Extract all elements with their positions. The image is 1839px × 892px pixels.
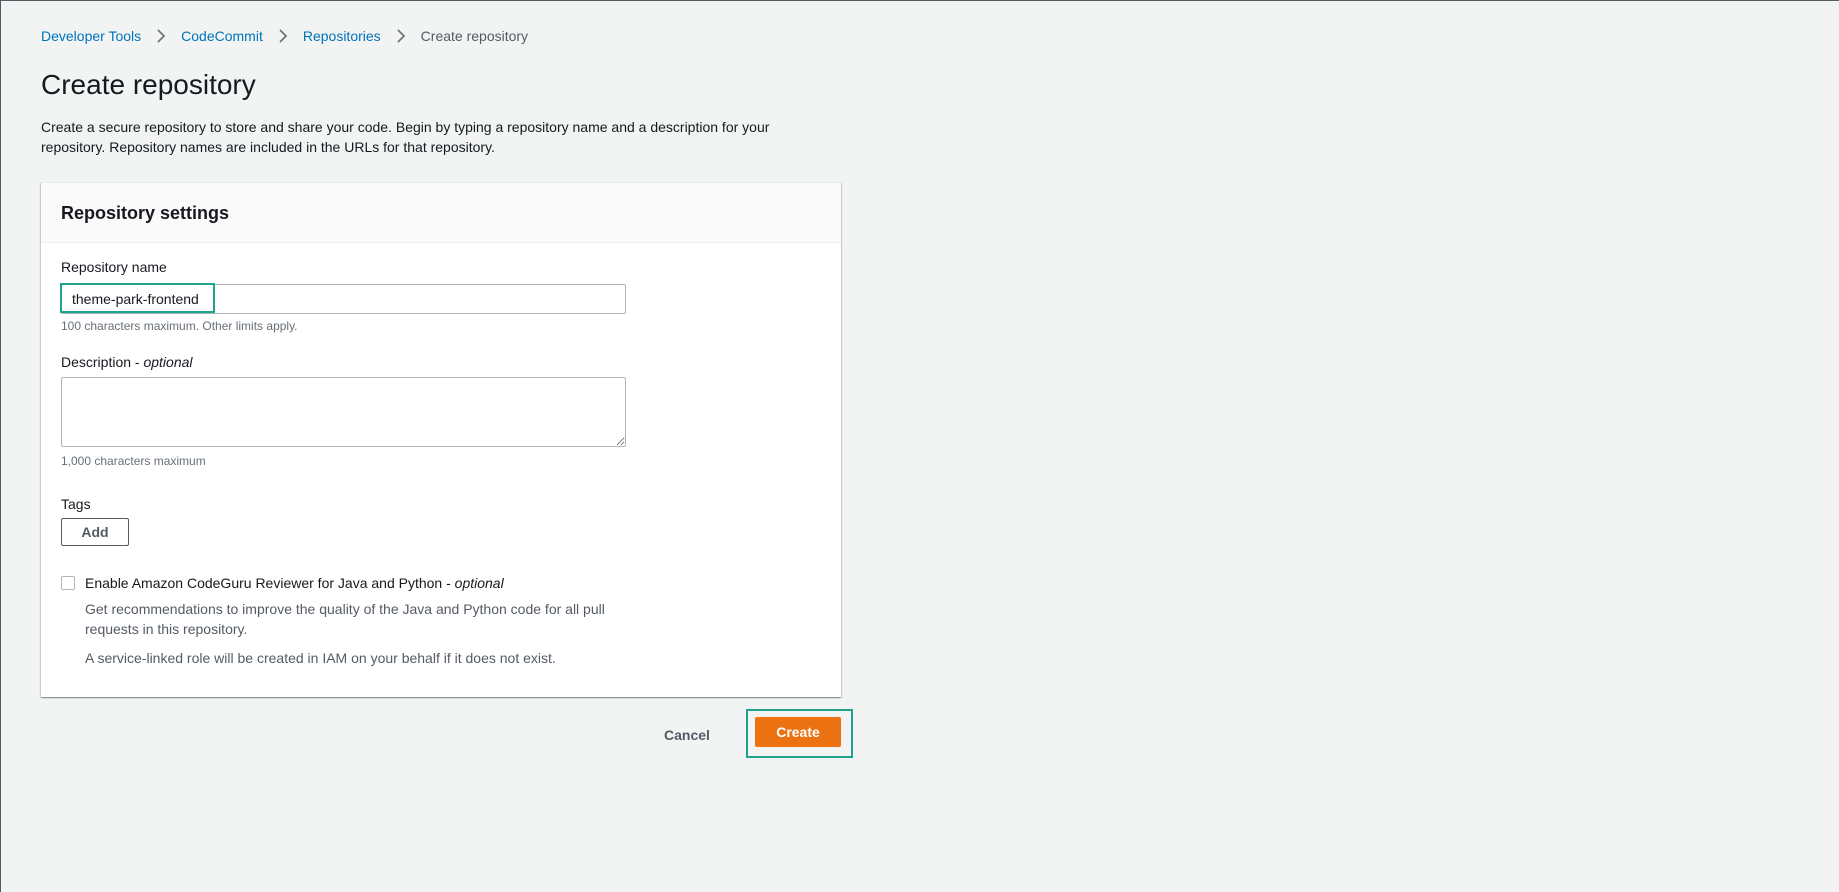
chevron-right-icon: [277, 29, 289, 43]
panel-title: Repository settings: [61, 203, 230, 223]
create-button[interactable]: Create: [755, 717, 841, 747]
breadcrumb-developer-tools[interactable]: Developer Tools: [41, 28, 141, 44]
codeguru-optional: optional: [454, 575, 504, 591]
description-textarea[interactable]: [61, 377, 626, 447]
page-title: Create repository: [41, 69, 256, 100]
repository-name-input[interactable]: theme-park-frontend: [60, 283, 626, 314]
codeguru-label-text: Enable Amazon CodeGuru Reviewer for Java…: [85, 575, 455, 591]
repository-name-value: theme-park-frontend: [72, 291, 199, 307]
chevron-right-icon: [395, 29, 407, 43]
breadcrumb: Developer Tools CodeCommit Repositories …: [41, 28, 528, 44]
description-optional: optional: [143, 354, 193, 370]
codeguru-role-note: A service-linked role will be created in…: [85, 650, 556, 666]
repository-name-label: Repository name: [61, 259, 167, 275]
codeguru-label[interactable]: Enable Amazon CodeGuru Reviewer for Java…: [85, 575, 504, 591]
breadcrumb-codecommit[interactable]: CodeCommit: [181, 28, 263, 44]
description-hint: 1,000 characters maximum: [61, 454, 206, 468]
repository-settings-panel: Repository settings Repository name them…: [41, 182, 841, 697]
page-description: Create a secure repository to store and …: [41, 119, 770, 155]
add-tag-button[interactable]: Add: [61, 518, 129, 546]
breadcrumb-repositories[interactable]: Repositories: [303, 28, 381, 44]
cancel-button[interactable]: Cancel: [647, 720, 727, 750]
description-label: Description - optional: [61, 354, 193, 370]
description-label-text: Description -: [61, 354, 144, 370]
chevron-right-icon: [155, 29, 167, 43]
codeguru-description: Get recommendations to improve the quali…: [85, 601, 605, 637]
panel-header: Repository settings: [41, 183, 841, 243]
tags-label: Tags: [61, 496, 91, 512]
repository-name-hint: 100 characters maximum. Other limits app…: [61, 319, 298, 333]
codeguru-checkbox[interactable]: [61, 576, 75, 590]
breadcrumb-current: Create repository: [420, 28, 529, 44]
